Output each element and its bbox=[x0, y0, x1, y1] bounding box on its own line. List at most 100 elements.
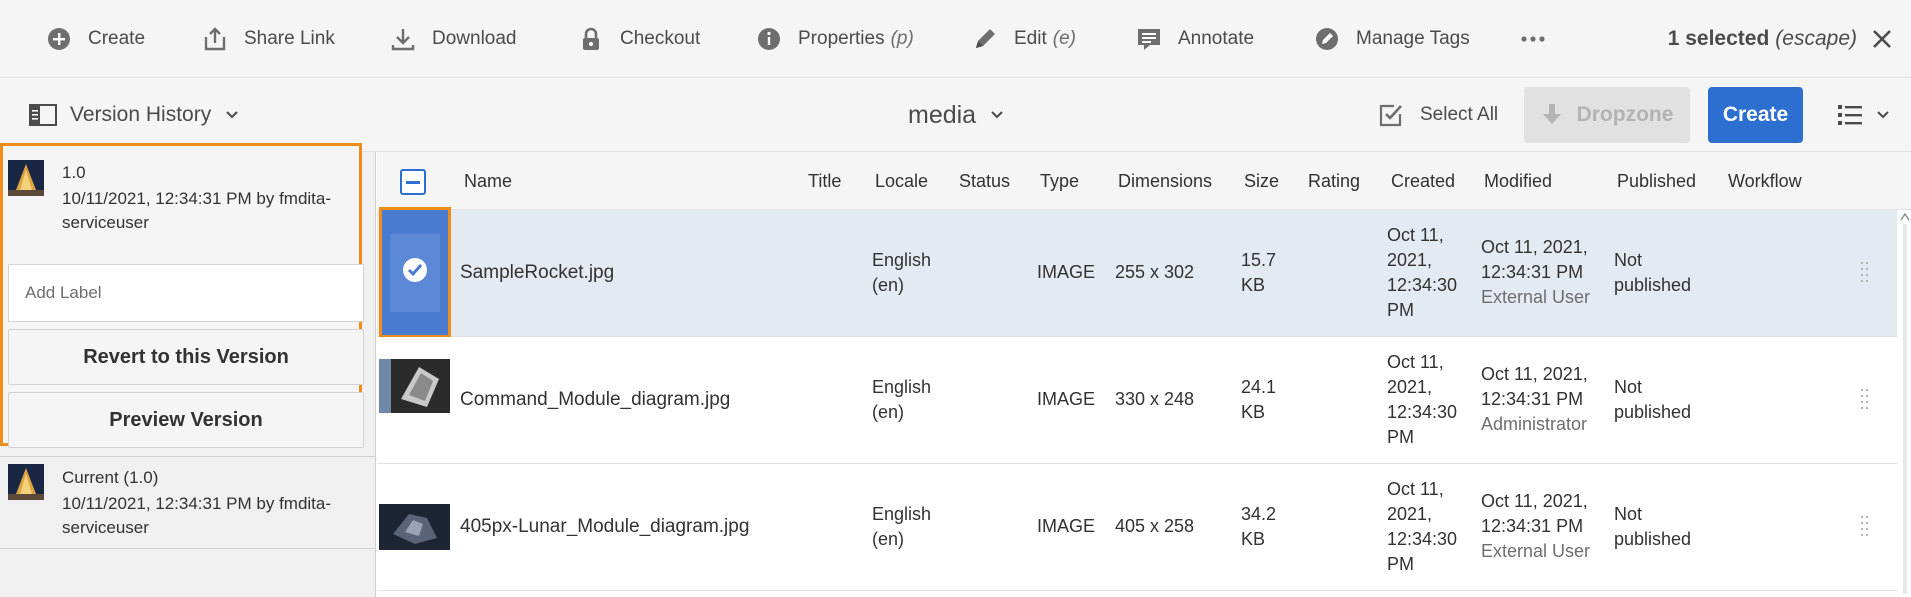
current-version-meta: 10/11/2021, 12:34:31 PM by fmdita-servic… bbox=[62, 494, 332, 537]
version-thumbnail bbox=[8, 160, 44, 196]
asset-published: Not published bbox=[1614, 377, 1692, 422]
table-row[interactable]: 405px-Lunar_Module_diagram.jpg English (… bbox=[377, 464, 1897, 591]
manage-tags-label: Manage Tags bbox=[1356, 28, 1470, 49]
rail-selector-label: Version History bbox=[70, 103, 212, 126]
annotate-action[interactable]: Annotate bbox=[1136, 0, 1254, 78]
column-modified[interactable]: Modified bbox=[1484, 152, 1552, 210]
escape-hint: (escape) bbox=[1775, 27, 1857, 50]
asset-thumbnail[interactable] bbox=[379, 359, 450, 413]
asset-name[interactable]: SampleRocket.jpg bbox=[460, 260, 614, 285]
create-button[interactable]: Create bbox=[1708, 87, 1803, 143]
chevron-down-icon bbox=[1877, 111, 1889, 119]
asset-dimensions: 405 x 258 bbox=[1115, 516, 1195, 536]
scrollbar[interactable] bbox=[1899, 210, 1911, 597]
table-row[interactable]: SampleRocket.jpg English (en) IMAGE 255 … bbox=[377, 207, 1897, 338]
create-action-label: Create bbox=[88, 28, 146, 49]
column-locale[interactable]: Locale bbox=[875, 152, 928, 210]
add-label-input[interactable] bbox=[8, 264, 364, 322]
asset-type: IMAGE bbox=[1037, 389, 1096, 409]
asset-modified: Oct 11, 2021, 12:34:31 PM bbox=[1481, 237, 1588, 282]
select-all-label: Select All bbox=[1420, 104, 1499, 125]
share-link-label: Share Link bbox=[244, 28, 335, 49]
checkmark-icon bbox=[382, 210, 448, 335]
properties-shortcut: (p) bbox=[890, 28, 914, 49]
asset-size: 24.1 KB bbox=[1241, 377, 1277, 422]
pencil-icon bbox=[976, 29, 995, 48]
asset-locale: English (en) bbox=[872, 504, 932, 549]
manage-tags-action[interactable]: Manage Tags bbox=[1314, 0, 1470, 78]
share-icon bbox=[204, 27, 226, 51]
column-published[interactable]: Published bbox=[1617, 152, 1696, 210]
selection-count-label: 1 selected bbox=[1667, 27, 1770, 50]
asset-name[interactable]: 405px-Lunar_Module_diagram.jpg bbox=[460, 514, 749, 539]
column-rating[interactable]: Rating bbox=[1308, 152, 1360, 210]
drag-handle-icon[interactable] bbox=[1859, 514, 1871, 540]
divider bbox=[0, 456, 376, 457]
rail-icon bbox=[29, 104, 57, 126]
divider bbox=[0, 548, 376, 549]
rail-selector[interactable]: Version History bbox=[28, 78, 239, 152]
properties-action[interactable]: Properties (p) bbox=[756, 0, 914, 78]
chevron-down-icon bbox=[991, 111, 1003, 119]
version-number: 1.0 bbox=[62, 163, 86, 182]
edit-shortcut: (e) bbox=[1052, 28, 1076, 49]
annotate-label: Annotate bbox=[1178, 28, 1255, 49]
version-meta: 10/11/2021, 12:34:31 PM by fmdita-servic… bbox=[62, 189, 332, 232]
chevron-down-icon bbox=[226, 111, 238, 119]
column-title[interactable]: Title bbox=[808, 152, 841, 210]
asset-modified-by: External User bbox=[1481, 541, 1591, 561]
create-action[interactable]: Create bbox=[46, 0, 145, 78]
column-status[interactable]: Status bbox=[959, 152, 1010, 210]
asset-type: IMAGE bbox=[1037, 262, 1096, 282]
asset-created: Oct 11, 2021, 12:34:30 PM bbox=[1387, 225, 1458, 320]
selection-count: 1 selected (escape) bbox=[1668, 0, 1857, 78]
breadcrumb[interactable]: media bbox=[908, 78, 1004, 152]
column-name[interactable]: Name bbox=[464, 152, 512, 210]
column-dimensions[interactable]: Dimensions bbox=[1118, 152, 1212, 210]
assets-table: Name Title Locale Status Type Dimensions… bbox=[377, 152, 1911, 597]
column-size[interactable]: Size bbox=[1244, 152, 1279, 210]
select-all-checkbox[interactable] bbox=[400, 169, 426, 195]
properties-label: Properties bbox=[798, 28, 885, 49]
drag-handle-icon[interactable] bbox=[1859, 260, 1871, 286]
asset-dimensions: 330 x 248 bbox=[1115, 389, 1195, 409]
current-version-number: Current (1.0) bbox=[62, 468, 159, 487]
asset-published: Not published bbox=[1614, 250, 1692, 295]
download-action[interactable]: Download bbox=[390, 0, 517, 78]
checkout-label: Checkout bbox=[620, 28, 701, 49]
preview-version-button[interactable]: Preview Version bbox=[8, 392, 364, 448]
list-view-icon bbox=[1838, 105, 1862, 125]
revert-version-button[interactable]: Revert to this Version bbox=[8, 329, 364, 385]
info-icon bbox=[758, 28, 780, 50]
more-actions-button[interactable] bbox=[1520, 0, 1546, 78]
column-created[interactable]: Created bbox=[1391, 152, 1455, 210]
drag-handle-icon[interactable] bbox=[1859, 387, 1871, 413]
dropzone-label: Dropzone bbox=[1576, 103, 1674, 126]
close-icon[interactable] bbox=[1869, 26, 1895, 52]
action-bar: Create Share Link Download Checkout Prop… bbox=[0, 0, 1911, 78]
view-switcher[interactable] bbox=[1836, 78, 1890, 152]
dropzone-button[interactable]: Dropzone bbox=[1524, 87, 1690, 143]
asset-size: 34.2 KB bbox=[1241, 504, 1277, 549]
column-type[interactable]: Type bbox=[1040, 152, 1079, 210]
column-workflow[interactable]: Workflow bbox=[1728, 152, 1802, 210]
plus-circle-icon bbox=[48, 28, 70, 50]
asset-name[interactable]: Command_Module_diagram.jpg bbox=[460, 387, 730, 412]
table-row[interactable]: Command_Module_diagram.jpg English (en) … bbox=[377, 337, 1897, 464]
select-all-button[interactable]: Select All bbox=[1378, 78, 1498, 152]
edit-action[interactable]: Edit (e) bbox=[972, 0, 1076, 78]
download-label: Download bbox=[432, 28, 517, 49]
asset-modified-by: Administrator bbox=[1481, 414, 1588, 434]
edit-label: Edit bbox=[1014, 28, 1047, 49]
asset-dimensions: 255 x 302 bbox=[1115, 262, 1195, 282]
table-header: Name Title Locale Status Type Dimensions… bbox=[377, 152, 1911, 210]
checkout-action[interactable]: Checkout bbox=[578, 0, 700, 78]
annotate-icon bbox=[1138, 29, 1160, 50]
asset-type: IMAGE bbox=[1037, 516, 1096, 536]
download-icon bbox=[391, 29, 415, 51]
asset-thumbnail[interactable] bbox=[379, 207, 451, 338]
asset-thumbnail[interactable] bbox=[379, 504, 450, 550]
asset-locale: English (en) bbox=[872, 377, 932, 422]
tag-icon bbox=[1316, 28, 1338, 50]
share-link-action[interactable]: Share Link bbox=[202, 0, 335, 78]
